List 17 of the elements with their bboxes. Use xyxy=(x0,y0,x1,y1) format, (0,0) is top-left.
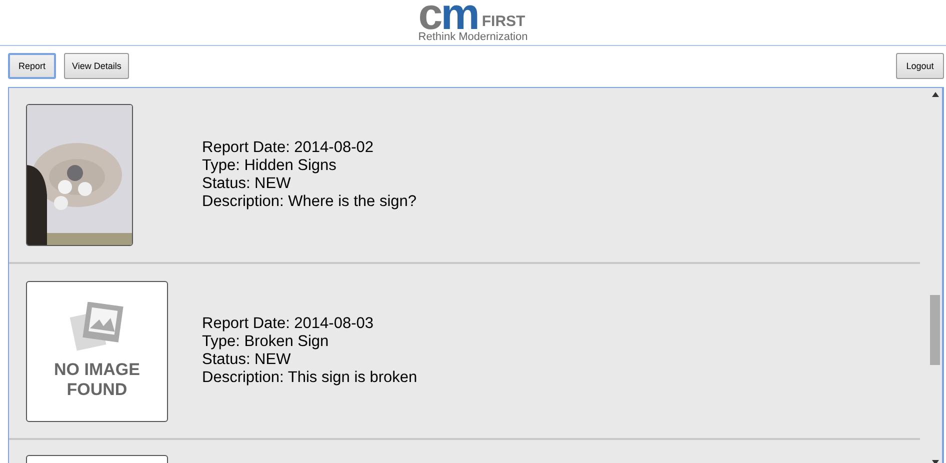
report-detail: Report Date: 2014-08-02 xyxy=(202,139,374,157)
report-detail: Status: NEW xyxy=(202,175,292,193)
logo-mark: cm xyxy=(418,0,478,30)
report-detail: Description: This sign is broken xyxy=(202,369,418,387)
toolbar-button[interactable]: Report xyxy=(8,53,56,79)
report-detail: Report Date: 2014-08-03 xyxy=(202,315,374,333)
logo-word: FIRST xyxy=(482,14,526,30)
toolbar-button[interactable]: View Details xyxy=(64,53,130,79)
report-detail: Type: Broken Sign xyxy=(202,333,330,351)
scroll-thumb[interactable] xyxy=(930,295,940,365)
report-detail: Description: Where is the sign? xyxy=(202,193,417,211)
report-detail: Type: Hidden Signs xyxy=(202,157,338,175)
scroll-up-icon[interactable] xyxy=(932,92,939,97)
report-detail: Status: NEW xyxy=(202,351,292,369)
no-image-text: NO IMAGE FOUND xyxy=(54,360,140,400)
logout-button[interactable]: Logout xyxy=(896,53,944,79)
logo-tagline: Rethink Modernization xyxy=(418,30,528,44)
